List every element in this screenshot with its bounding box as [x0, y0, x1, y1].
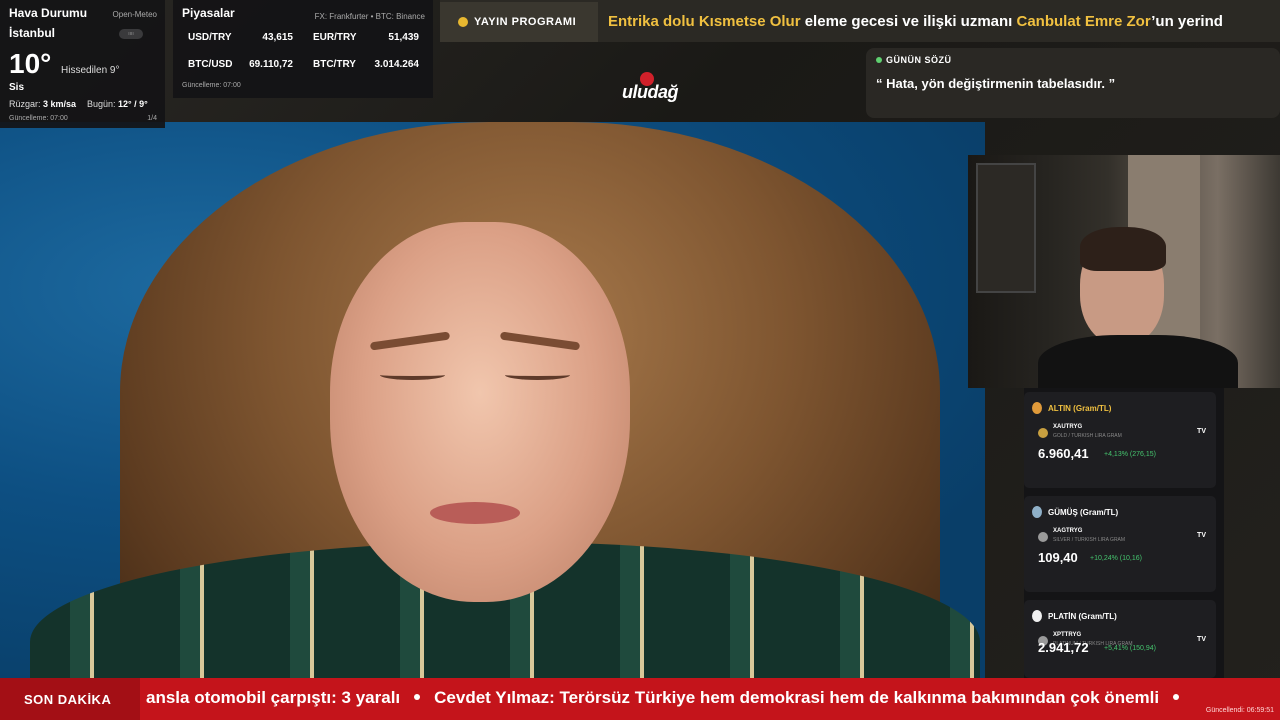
channel-logo: uludağ	[620, 72, 682, 104]
right-eye	[505, 370, 570, 380]
commodity-title: GÜMÜŞ (Gram/TL)	[1048, 507, 1119, 517]
separator-dot-icon	[414, 694, 421, 701]
commodity-title: ALTIN (Gram/TL)	[1048, 403, 1112, 413]
medal-icon	[1032, 506, 1042, 518]
mouth-shape	[430, 502, 520, 524]
commodity-subtitle: GOLD / TURKISH LIRA GRAM	[1053, 433, 1122, 439]
breaking-news-ticker: SON DAKİKA ansla otomobil çarpıştı: 3 ya…	[0, 678, 1280, 720]
markets-source: FX: Frankfurter • BTC: Binance	[314, 12, 425, 21]
streamer-hair	[1080, 227, 1166, 271]
commodity-header: GÜMÜŞ (Gram/TL)	[1032, 506, 1118, 518]
weather-source: Open-Meteo	[112, 10, 157, 19]
market-pair: BTC/TRY	[313, 59, 356, 70]
schedule-label-text: YAYIN PROGRAMI	[474, 16, 577, 28]
commodity-symbol: XPTTRYG	[1053, 632, 1082, 638]
quote-card: GÜNÜN SÖZÜ “ Hata, yön değiştirmenin tab…	[866, 48, 1280, 118]
stream-overlay: uludağ Hava Durumu Open-Meteo İstanbul ı…	[0, 0, 1280, 720]
face-shape	[330, 222, 630, 602]
wind-value: 3 km/sa	[43, 99, 77, 109]
schedule-label: YAYIN PROGRAMI	[440, 2, 598, 42]
market-value: 3.014.264	[374, 59, 420, 70]
tradingview-icon: TV	[1197, 636, 1206, 643]
commodity-symbol: XAGTRYG	[1053, 528, 1083, 534]
commodity-price: 2.941,72	[1038, 640, 1089, 655]
webcam-feed	[968, 155, 1280, 388]
weather-condition: Sis	[9, 82, 25, 93]
commodity-card-platinum: PLATİN (Gram/TL) XPTTRYG PLATINUM / TURK…	[1024, 600, 1216, 678]
shelf-shape	[976, 163, 1036, 293]
news-item: Cevdet Yılmaz: Terörsüz Türkiye hem demo…	[434, 688, 1160, 707]
breaking-news-label: SON DAKİKA	[0, 678, 140, 720]
today-label: Bugün:	[87, 99, 116, 109]
schedule-text: eleme gecesi ve ilişki uzmanı	[800, 13, 1017, 30]
schedule-highlight: Entrika dolu Kısmetse Olur	[608, 13, 801, 30]
quote-label: GÜNÜN SÖZÜ	[876, 55, 1270, 65]
weather-toggle-pill: ıııı	[119, 29, 143, 39]
weather-panel: Hava Durumu Open-Meteo İstanbul ıııı 10°…	[0, 0, 165, 128]
schedule-message: Entrika dolu Kısmetse Olur eleme gecesi …	[608, 13, 1223, 30]
schedule-text: ’un yerind	[1151, 13, 1223, 30]
weather-feels-like: Hissedilen 9°	[61, 65, 120, 76]
commodity-header: PLATİN (Gram/TL)	[1032, 610, 1117, 622]
left-eye	[380, 370, 445, 380]
market-value: 69.110,72	[249, 59, 293, 70]
market-pair: EUR/TRY	[313, 32, 357, 43]
separator-dot-icon	[1173, 694, 1180, 701]
coin-icon	[1038, 532, 1048, 542]
commodity-change: +4,13% (276,15)	[1104, 451, 1156, 458]
tradingview-icon: TV	[1197, 428, 1206, 435]
markets-panel: Piyasalar FX: Frankfurter • BTC: Binance…	[173, 0, 433, 98]
status-dot-icon	[876, 57, 882, 63]
schedule-highlight: Canbulat Emre Zor	[1016, 13, 1152, 30]
medal-icon	[1032, 610, 1042, 622]
dot-icon	[458, 17, 468, 27]
commodity-price: 109,40	[1038, 550, 1078, 565]
markets-updated: Güncelleme: 07:00	[182, 82, 241, 89]
market-value: 51,439	[388, 32, 419, 43]
commodity-card-silver: GÜMÜŞ (Gram/TL) XAGTRYG SILVER / TURKISH…	[1024, 496, 1216, 592]
news-item: ansla otomobil çarpıştı: 3 yaralı	[146, 688, 401, 707]
commodity-card-gold: ALTIN (Gram/TL) XAUTRYG GOLD / TURKISH L…	[1024, 392, 1216, 488]
market-pair: BTC/USD	[188, 59, 233, 70]
medal-icon	[1032, 402, 1042, 414]
market-value: 43,615	[262, 32, 293, 43]
weather-wind: Rüzgar: 3 km/sa	[9, 99, 76, 109]
weather-updated: Güncelleme: 07:00	[9, 115, 68, 122]
market-pair: USD/TRY	[188, 32, 232, 43]
logo-text: uludağ	[622, 82, 679, 102]
commodity-symbol: XAUTRYG	[1053, 424, 1083, 430]
commodity-change: +5,41% (150,94)	[1104, 645, 1156, 652]
commodity-price: 6.960,41	[1038, 446, 1089, 461]
breaking-news-text: ansla otomobil çarpıştı: 3 yaralı Cevdet …	[146, 688, 1193, 708]
schedule-ticker: YAYIN PROGRAMI Entrika dolu Kısmetse Olu…	[440, 0, 1280, 42]
commodity-subtitle: SILVER / TURKISH LIRA GRAM	[1053, 537, 1126, 543]
today-value: 12° / 9°	[118, 99, 148, 109]
video-scene	[0, 122, 985, 678]
commodity-change: +10,24% (10,16)	[1090, 555, 1142, 562]
weather-page-indicator: 1/4	[147, 115, 157, 122]
weather-temp: 10°	[9, 48, 52, 79]
tradingview-icon: TV	[1197, 532, 1206, 539]
quote-text: “ Hata, yön değiştirmenin tabelasıdır. ”	[876, 76, 1116, 91]
news-updated: Güncellendi: 06:59:51	[1205, 707, 1274, 714]
commodity-panel: ALTIN (Gram/TL) XAUTRYG GOLD / TURKISH L…	[1024, 388, 1224, 678]
commodity-header: ALTIN (Gram/TL)	[1032, 402, 1111, 414]
quote-label-text: GÜNÜN SÖZÜ	[886, 55, 952, 65]
wind-label: Rüzgar:	[9, 99, 41, 109]
commodity-title: PLATİN (Gram/TL)	[1048, 611, 1117, 621]
coin-icon	[1038, 428, 1048, 438]
streamer-body	[1038, 335, 1238, 388]
weather-today: Bugün: 12° / 9°	[87, 99, 148, 109]
